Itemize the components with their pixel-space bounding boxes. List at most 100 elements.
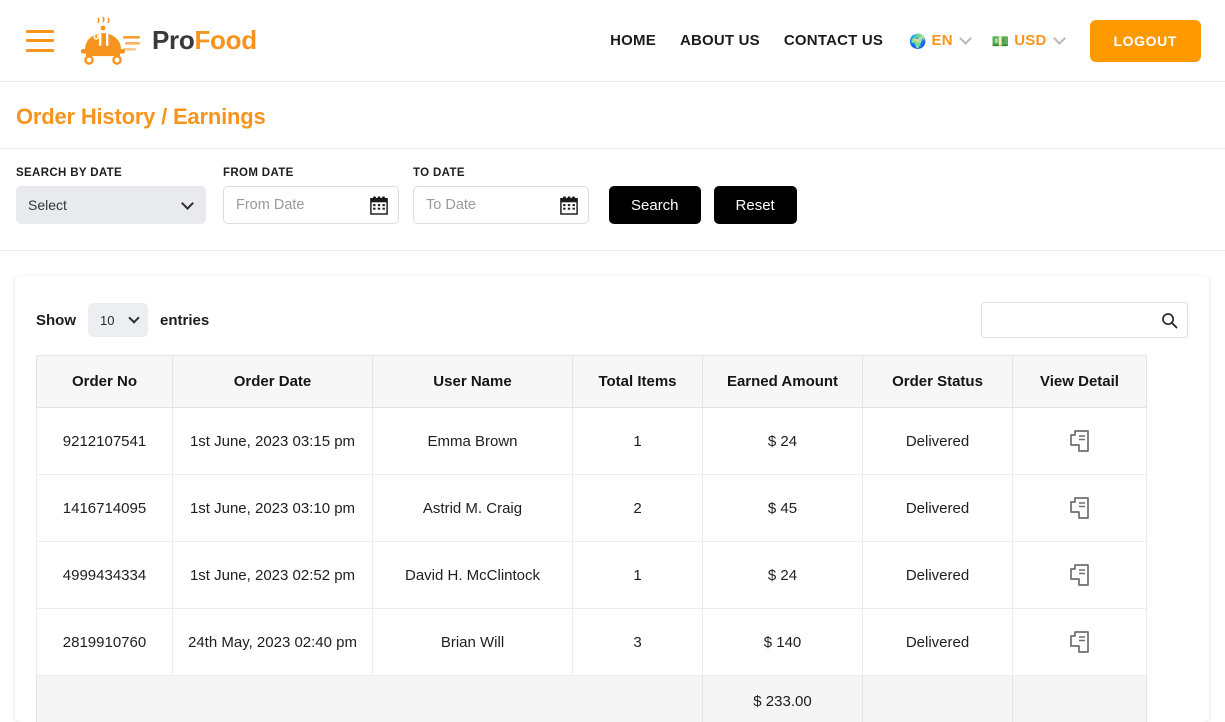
cell-order-no: 1416714095 (36, 474, 173, 542)
orders-table-body: 9212107541 1st June, 2023 03:15 pm Emma … (36, 407, 1147, 676)
entries-label: entries (160, 311, 210, 329)
calendar-icon[interactable] (560, 195, 578, 215)
total-label-cell (36, 675, 703, 722)
cell-order-status: Delivered (862, 407, 1013, 475)
brand-name-food: Food (194, 25, 257, 55)
search-by-date-field: SEARCH BY DATE Select (16, 167, 206, 224)
cell-view-detail (1012, 474, 1147, 542)
chevron-down-icon (181, 197, 194, 210)
search-by-date-select[interactable]: Select (16, 186, 206, 224)
cell-order-no: 4999434334 (36, 541, 173, 609)
receipt-icon[interactable] (1069, 630, 1091, 654)
table-search-input[interactable] (982, 303, 1187, 337)
to-date-field: TO DATE To Date (413, 167, 589, 224)
receipt-icon[interactable] (1069, 563, 1091, 587)
search-button[interactable]: Search (609, 186, 701, 224)
orders-table: Order No Order Date User Name Total Item… (36, 355, 1147, 722)
total-amount-cell: $ 233.00 (702, 675, 863, 722)
from-date-label: FROM DATE (223, 167, 294, 179)
to-date-input[interactable]: To Date (413, 186, 589, 224)
cell-order-date: 24th May, 2023 02:40 pm (172, 608, 373, 676)
total-status-cell (862, 675, 1013, 722)
language-label: EN (931, 32, 953, 49)
column-header-earned-amount[interactable]: Earned Amount (702, 355, 863, 408)
from-date-placeholder: From Date (236, 197, 305, 213)
cell-total-items: 1 (572, 407, 703, 475)
order-history-page: ProFood HOME ABOUT US CONTACT US 🌍 EN 💵 … (0, 0, 1225, 722)
column-header-order-date[interactable]: Order Date (172, 355, 373, 408)
nav-link-contact-us[interactable]: CONTACT US (772, 32, 895, 49)
from-date-input[interactable]: From Date (223, 186, 399, 224)
cell-order-date: 1st June, 2023 02:52 pm (172, 541, 373, 609)
orders-card: Show 10 entries Order No Order Date User… (15, 276, 1209, 722)
cell-total-items: 2 (572, 474, 703, 542)
column-header-order-no[interactable]: Order No (36, 355, 173, 408)
language-selector[interactable]: 🌍 EN (895, 32, 978, 49)
brand-logo-group[interactable]: ProFood (76, 15, 257, 67)
cell-order-date: 1st June, 2023 03:10 pm (172, 474, 373, 542)
cell-total-items: 1 (572, 541, 703, 609)
search-by-date-value: Select (28, 197, 67, 213)
table-search-wrapper (981, 302, 1188, 338)
receipt-icon[interactable] (1069, 429, 1091, 453)
cell-order-no: 2819910760 (36, 608, 173, 676)
cell-view-detail (1012, 541, 1147, 609)
cell-view-detail (1012, 407, 1147, 475)
cell-total-items: 3 (572, 608, 703, 676)
cell-earned-amount: $ 24 (702, 541, 863, 609)
cell-user-name: David H. McClintock (372, 541, 573, 609)
column-header-view-detail[interactable]: View Detail (1012, 355, 1147, 408)
logout-button[interactable]: LOGOUT (1089, 19, 1201, 62)
money-icon: 💵 (991, 32, 1010, 49)
page-length-value: 10 (100, 312, 115, 328)
calendar-icon[interactable] (370, 195, 388, 215)
nav-link-about-us[interactable]: ABOUT US (668, 32, 772, 49)
cell-earned-amount: $ 24 (702, 407, 863, 475)
orders-table-wrapper: Order No Order Date User Name Total Item… (36, 355, 1188, 722)
table-controls: Show 10 entries (36, 300, 1188, 340)
receipt-icon[interactable] (1069, 496, 1091, 520)
chevron-down-icon (958, 32, 972, 45)
from-date-field: FROM DATE From Date (223, 167, 399, 224)
table-row: 1416714095 1st June, 2023 03:10 pm Astri… (36, 474, 1147, 542)
table-row: 4999434334 1st June, 2023 02:52 pm David… (36, 541, 1147, 609)
chevron-down-icon (128, 312, 140, 324)
currency-selector[interactable]: 💵 USD (978, 32, 1072, 49)
page-length-select[interactable]: 10 (88, 303, 148, 337)
cell-view-detail (1012, 608, 1147, 676)
chevron-down-icon (1052, 32, 1066, 45)
table-total-row: $ 233.00 (36, 675, 1147, 722)
reset-button[interactable]: Reset (713, 186, 797, 224)
cell-order-status: Delivered (862, 541, 1013, 609)
cell-order-status: Delivered (862, 474, 1013, 542)
column-header-user-name[interactable]: User Name (372, 355, 573, 408)
page-title: Order History / Earnings (16, 104, 266, 129)
table-header-row: Order No Order Date User Name Total Item… (36, 355, 1147, 408)
page-title-bar: Order History / Earnings (0, 82, 1225, 149)
cell-earned-amount: $ 140 (702, 608, 863, 676)
total-view-cell (1012, 675, 1147, 722)
search-by-date-label: SEARCH BY DATE (16, 167, 123, 179)
cell-order-status: Delivered (862, 608, 1013, 676)
table-row: 2819910760 24th May, 2023 02:40 pm Brian… (36, 608, 1147, 676)
filter-bar: SEARCH BY DATE Select FROM DATE From Dat… (0, 149, 1225, 251)
brand-name-pro: Pro (152, 25, 195, 55)
show-label: Show (36, 311, 76, 329)
table-row: 9212107541 1st June, 2023 03:15 pm Emma … (36, 407, 1147, 475)
search-icon[interactable] (1161, 312, 1178, 329)
orders-table-foot: $ 233.00 (36, 675, 1147, 722)
cell-user-name: Astrid M. Craig (372, 474, 573, 542)
column-header-order-status[interactable]: Order Status (862, 355, 1013, 408)
cell-user-name: Emma Brown (372, 407, 573, 475)
column-header-total-items[interactable]: Total Items (572, 355, 703, 408)
food-cloche-delivery-icon (81, 16, 140, 65)
hamburger-menu-icon[interactable] (26, 29, 54, 52)
top-navigation-bar: ProFood HOME ABOUT US CONTACT US 🌍 EN 💵 … (0, 0, 1225, 82)
currency-label: USD (1014, 32, 1047, 49)
to-date-placeholder: To Date (426, 197, 476, 213)
cell-user-name: Brian Will (372, 608, 573, 676)
cell-earned-amount: $ 45 (702, 474, 863, 542)
cell-order-no: 9212107541 (36, 407, 173, 475)
nav-link-home[interactable]: HOME (598, 32, 668, 49)
orders-table-head: Order No Order Date User Name Total Item… (36, 355, 1147, 408)
